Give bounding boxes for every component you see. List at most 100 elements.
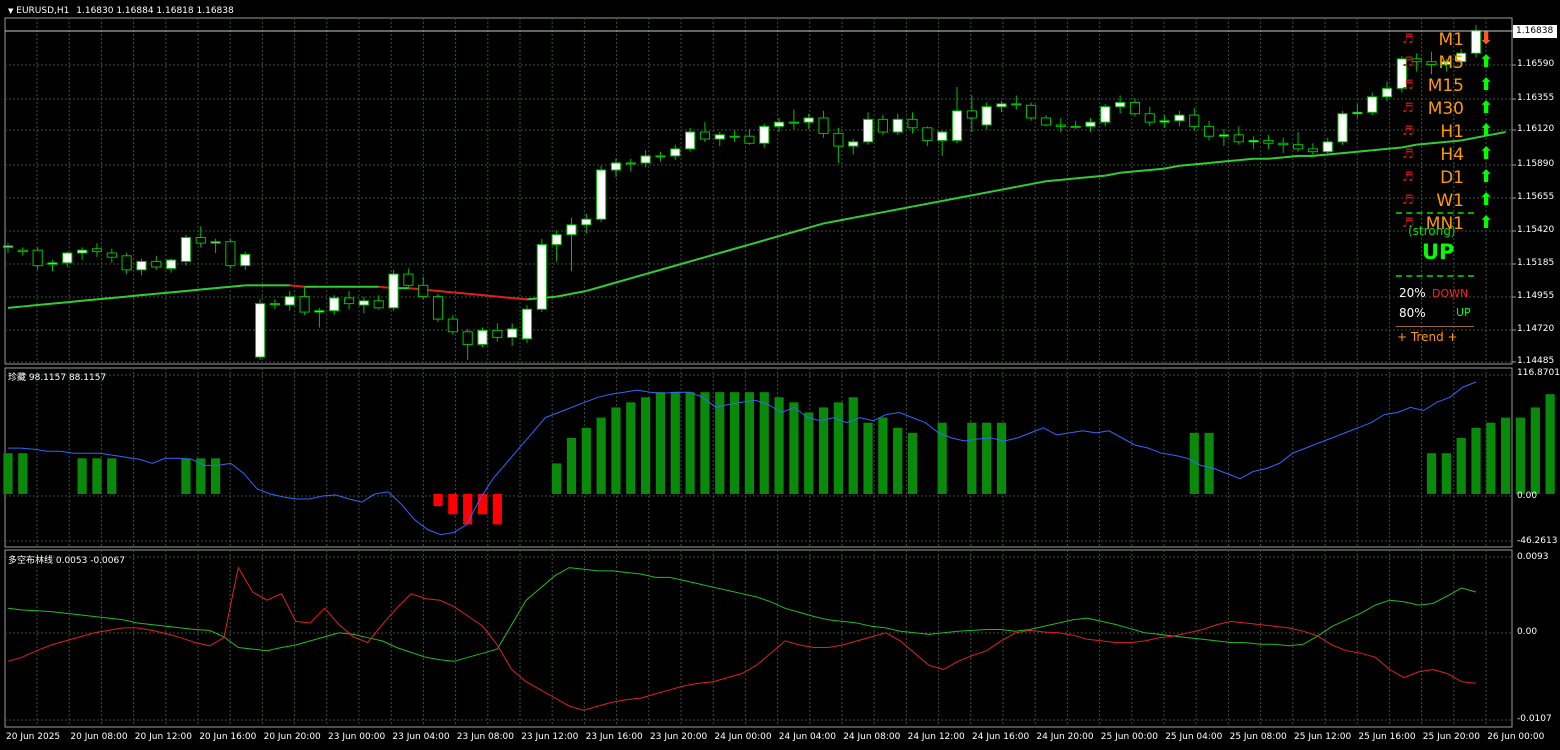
histogram-bar (1486, 422, 1496, 494)
candle-body (17, 249, 28, 253)
time-axis-label: 23 Jun 08:00 (456, 732, 514, 742)
moving-average-segment (1283, 154, 1299, 159)
candle-body (981, 106, 992, 126)
histogram-bar (878, 417, 888, 494)
timeframe-label: M5 (1438, 53, 1464, 73)
header-dropdown-icon[interactable]: ▼ (8, 7, 13, 15)
candle-body (655, 155, 666, 158)
time-axis-label: 20 Jun 2025 (6, 732, 61, 742)
moving-average-segment (512, 296, 528, 301)
histogram-bar (1471, 427, 1481, 494)
price-axis-label: 1.15890 (1517, 159, 1555, 169)
histogram-bar (670, 392, 680, 494)
music-note-icon: ♬ (1402, 55, 1414, 70)
main-panel-frame (4, 17, 1513, 365)
candle-body (1292, 144, 1304, 150)
histogram-bar (996, 422, 1007, 494)
candle-body (596, 169, 607, 220)
timeframe-label: M15 (1427, 76, 1464, 96)
music-note-icon: ♬ (1402, 78, 1414, 93)
candle-body (121, 255, 132, 271)
moving-average-segment (1134, 168, 1150, 173)
moving-average-segment (482, 294, 498, 298)
moving-average-segment (630, 273, 646, 280)
current-price-tag: 1.16838 (1513, 25, 1557, 38)
time-axis-label: 25 Jun 20:00 (1422, 732, 1480, 742)
ind2-axis-zero: 0.00 (1517, 627, 1538, 637)
candle-body (1218, 134, 1230, 137)
histogram-bar (1545, 394, 1555, 494)
ohlc-values: 1.16830 1.16884 1.16818 1.16838 (76, 6, 234, 16)
histogram-bar (1501, 417, 1511, 494)
histogram-bar (1204, 432, 1214, 494)
candle-body (1322, 141, 1333, 153)
time-axis-label: 23 Jun 04:00 (392, 732, 450, 742)
time-axis-label: 25 Jun 12:00 (1294, 732, 1352, 742)
candle-body (803, 117, 814, 123)
moving-average-segment (126, 294, 142, 298)
moving-average-segment (37, 302, 53, 307)
moving-average-segment (1030, 180, 1047, 186)
moving-average-segment (763, 235, 780, 242)
candle-body (1100, 106, 1111, 123)
candle-body (729, 135, 740, 138)
moving-average-segment (571, 289, 587, 295)
moving-average-segment (1386, 146, 1402, 150)
histogram-bar (210, 458, 221, 494)
candle-body (1278, 142, 1289, 146)
moving-average-segment (1179, 163, 1195, 167)
candle-body (1352, 111, 1363, 115)
time-axis-label: 23 Jun 00:00 (328, 732, 386, 742)
histogram-bar (848, 397, 858, 494)
candle-body (1011, 103, 1022, 106)
moving-average-segment (452, 291, 468, 295)
timeframe-label: H1 (1440, 122, 1464, 142)
candle-body (447, 318, 458, 333)
histogram-bar (641, 397, 651, 494)
candle-body (240, 253, 251, 267)
ind2-axis-top: 0.0093 (1517, 552, 1549, 562)
candle-body (625, 162, 636, 165)
histogram-bar (907, 432, 918, 494)
arrow-up-icon: ⬆ (1479, 144, 1494, 164)
candle-body (77, 249, 88, 254)
histogram-bar (107, 458, 117, 494)
candle-body (1129, 101, 1141, 115)
candle-body (685, 131, 696, 150)
moving-average-segment (230, 284, 246, 288)
down-percent: 20% (1399, 286, 1426, 300)
arrow-up-icon: ⬆ (1479, 98, 1494, 118)
moving-average-segment (897, 205, 913, 211)
candle-body (892, 118, 903, 133)
candle-body (358, 300, 369, 306)
price-axis-label: 1.15185 (1517, 258, 1555, 268)
moving-average-segment (1357, 149, 1373, 153)
moving-average-segment (1268, 156, 1284, 160)
current-price-value: 1.16838 (1516, 26, 1554, 36)
trend-label: + Trend + (1397, 330, 1458, 344)
histogram-bar (744, 392, 755, 494)
direction-label: UP (1422, 240, 1455, 264)
time-axis-label: 23 Jun 16:00 (585, 732, 643, 742)
candle-body (788, 121, 799, 124)
down-label: DOWN (1432, 287, 1469, 300)
arrow-up-icon: ⬆ (1479, 52, 1494, 72)
moving-average-segment (1416, 142, 1432, 146)
candle-body (670, 148, 681, 157)
candle-body (1115, 101, 1126, 108)
moving-average-segment (1016, 183, 1032, 188)
moving-average-segment (823, 219, 839, 225)
histogram-bar (566, 437, 577, 494)
ind2-axis-bottom: -0.0107 (1517, 714, 1552, 724)
histogram-bar (982, 422, 992, 494)
candle-body (418, 284, 429, 298)
price-axis-label: 1.14955 (1517, 291, 1555, 301)
indicator2-frame (4, 549, 1513, 728)
candle-body (1426, 61, 1437, 65)
moving-average-segment (96, 296, 112, 301)
moving-average-segment (941, 197, 958, 202)
price-axis-label: 1.14485 (1517, 356, 1555, 366)
moving-average-segment (986, 188, 1002, 194)
histogram-bar (967, 422, 977, 494)
moving-average-segment (289, 284, 305, 288)
